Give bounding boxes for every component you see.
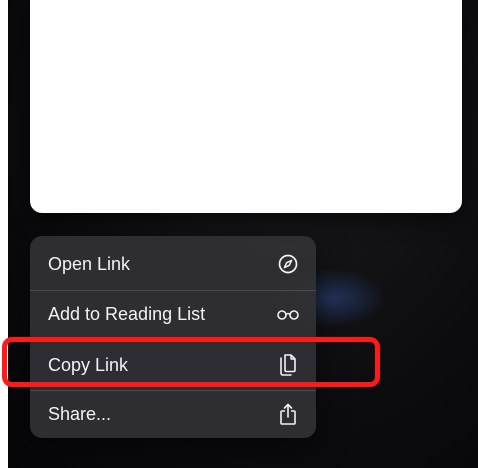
copy-document-icon xyxy=(276,353,300,377)
menu-item-label: Share... xyxy=(48,403,112,424)
menu-item-label: Copy Link xyxy=(48,354,129,375)
share-icon xyxy=(276,402,300,426)
menu-item-open-link[interactable]: Open Link xyxy=(30,238,316,290)
menu-item-add-to-reading-list[interactable]: Add to Reading List xyxy=(30,290,316,338)
context-menu: Open Link Add to Reading List Copy Link … xyxy=(30,236,316,438)
glasses-icon xyxy=(276,302,300,326)
link-preview-card[interactable] xyxy=(30,0,462,213)
menu-item-label: Add to Reading List xyxy=(48,303,206,324)
menu-item-label: Open Link xyxy=(48,253,131,274)
menu-item-copy-link[interactable]: Copy Link xyxy=(30,340,316,390)
context-menu-overlay: Open Link Add to Reading List Copy Link … xyxy=(8,0,478,468)
menu-item-share[interactable]: Share... xyxy=(30,390,316,438)
compass-icon xyxy=(276,252,300,276)
